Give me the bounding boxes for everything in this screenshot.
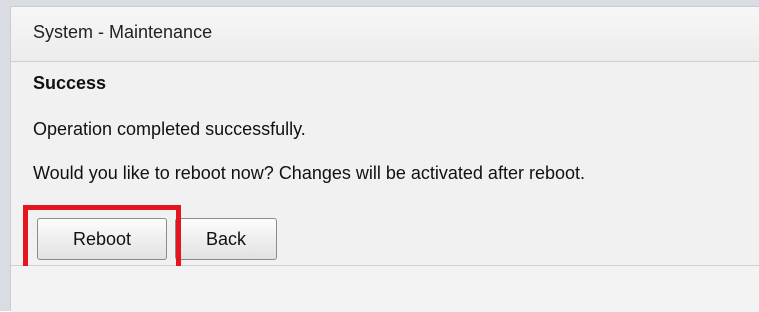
panel-content: Success Operation completed successfully… <box>11 62 759 272</box>
success-heading: Success <box>33 73 107 93</box>
reboot-prompt: Would you like to reboot now? Changes wi… <box>33 163 585 183</box>
panel-titlebar: System - Maintenance <box>11 7 759 62</box>
page-title: System - Maintenance <box>33 22 213 42</box>
success-message: Operation completed successfully. <box>33 119 306 139</box>
back-button[interactable]: Back <box>175 218 277 260</box>
reboot-button[interactable]: Reboot <box>37 218 167 260</box>
panel-footer <box>11 266 759 312</box>
maintenance-panel: System - Maintenance Success Operation c… <box>10 6 759 312</box>
